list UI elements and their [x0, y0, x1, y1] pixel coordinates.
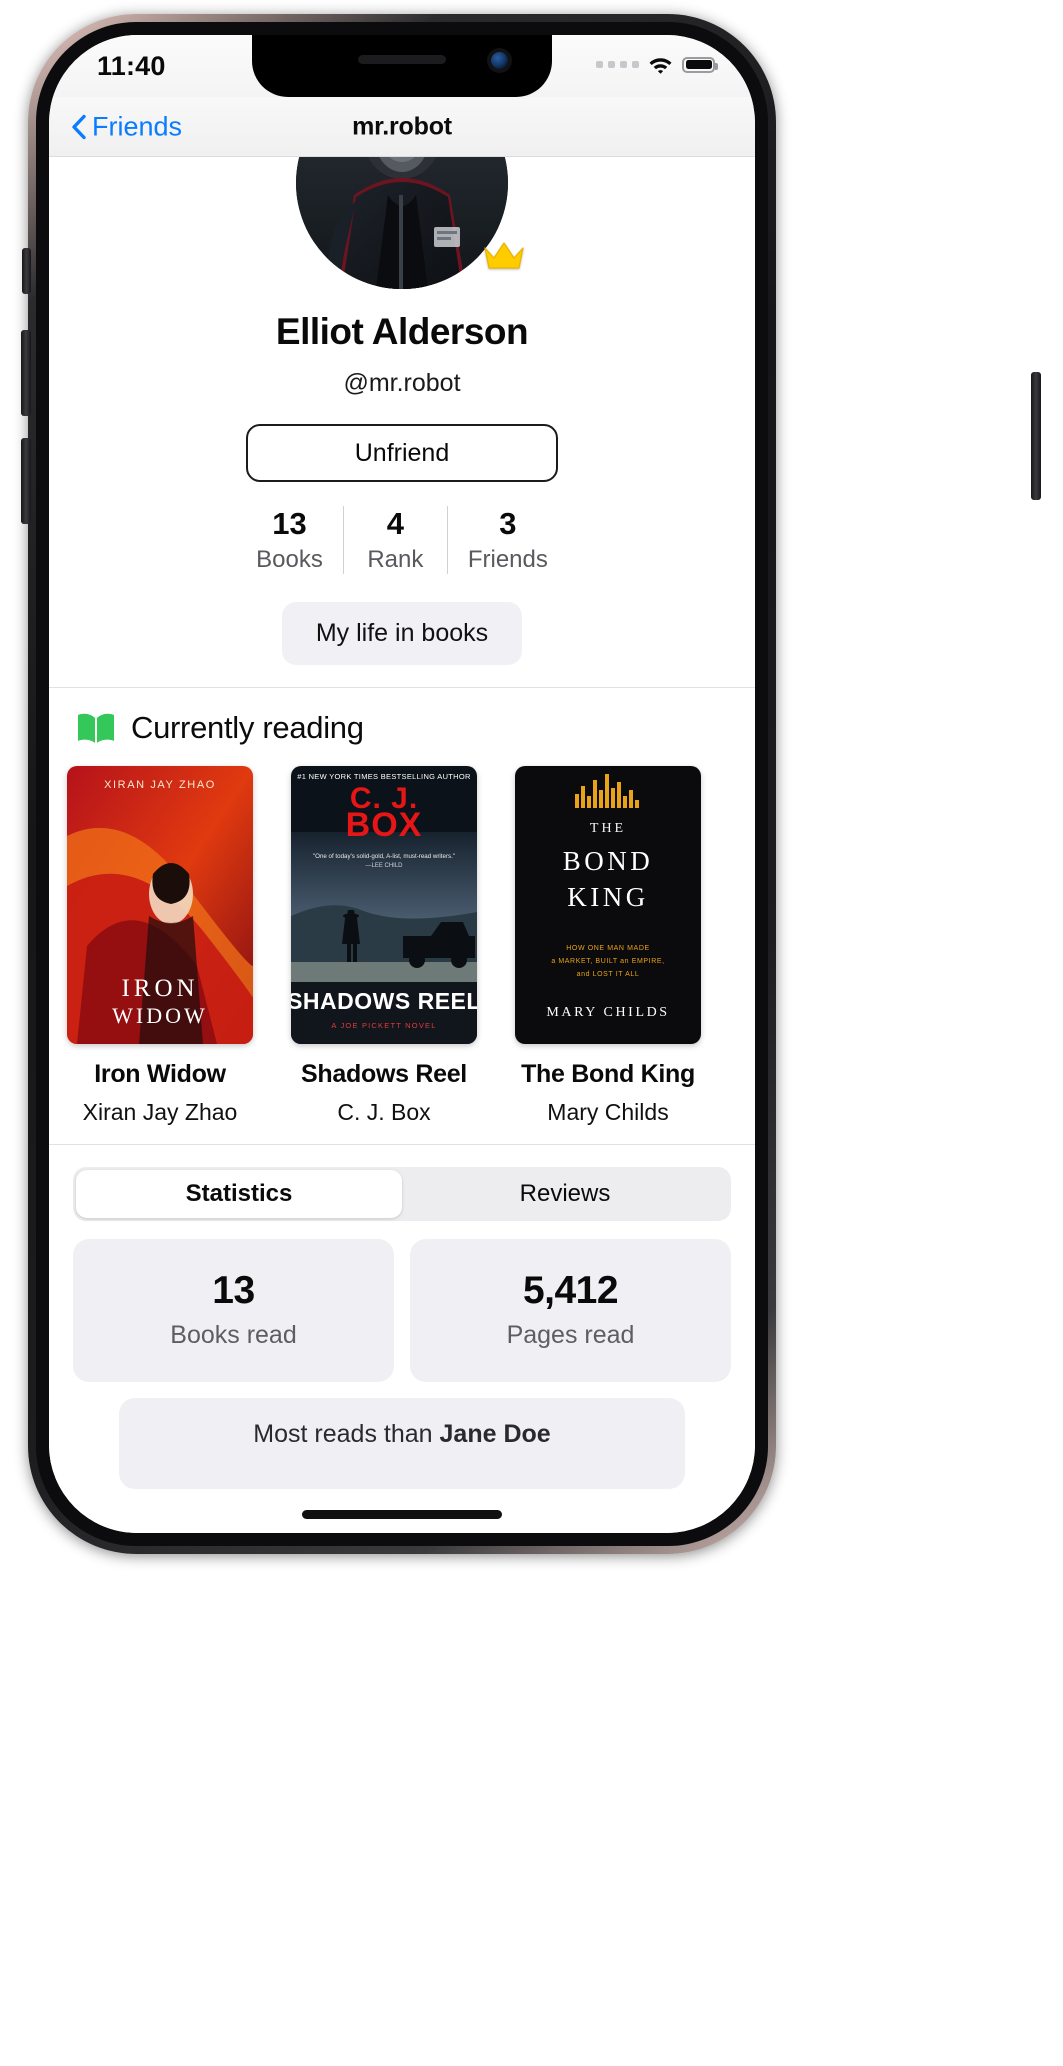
currently-reading-section: Currently reading XIRAN JAY ZHAO IRON WI… — [49, 688, 755, 1144]
svg-text:BOND: BOND — [563, 846, 654, 876]
volume-down-button[interactable] — [21, 438, 31, 524]
user-handle: @mr.robot — [343, 369, 461, 397]
mute-switch[interactable] — [22, 248, 31, 294]
avatar-container — [296, 157, 524, 289]
book-title: Iron Widow — [94, 1060, 226, 1088]
pages-read-label: Pages read — [506, 1321, 635, 1349]
book-card[interactable]: XIRAN JAY ZHAO IRON WIDOW Iron Widow Xir… — [67, 766, 253, 1126]
book-cover-art: #1 NEW YORK TIMES BESTSELLING AUTHOR C. … — [291, 766, 477, 1044]
book-cover-shadows-reel[interactable]: #1 NEW YORK TIMES BESTSELLING AUTHOR C. … — [291, 766, 477, 1044]
stat-friends[interactable]: 3 Friends — [446, 506, 568, 574]
svg-text:WIDOW: WIDOW — [112, 1003, 208, 1028]
books-read-label: Books read — [170, 1321, 297, 1349]
svg-text:a MARKET, BUILT an EMPIRE,: a MARKET, BUILT an EMPIRE, — [551, 958, 664, 965]
crown-glyph — [484, 242, 524, 269]
segmented-control-wrap: Statistics Reviews — [49, 1145, 755, 1221]
book-cover-iron-widow[interactable]: XIRAN JAY ZHAO IRON WIDOW — [67, 766, 253, 1044]
book-author: Xiran Jay Zhao — [82, 1099, 238, 1125]
currently-reading-header: Currently reading — [49, 710, 755, 746]
card-pages-read[interactable]: 5,412 Pages read — [410, 1239, 731, 1382]
phone-screen: 11:40 Friends mr.robot Elliot Alderson @… — [49, 35, 755, 1533]
stat-rank-value: 4 — [386, 506, 404, 541]
display-name: Elliot Alderson — [275, 311, 529, 352]
chevron-left-icon — [72, 114, 86, 139]
books-read-value: 13 — [212, 1269, 255, 1312]
book-title: Shadows Reel — [301, 1060, 467, 1088]
profile-stats: 13 Books 4 Rank 3 Friends — [49, 506, 755, 574]
stat-rank[interactable]: 4 Rank — [342, 506, 447, 574]
segmented-control[interactable]: Statistics Reviews — [73, 1167, 731, 1221]
back-button-label: Friends — [92, 111, 183, 141]
wifi-icon — [649, 58, 672, 74]
tab-reviews[interactable]: Reviews — [402, 1170, 728, 1218]
crown-icon — [482, 239, 526, 279]
stat-books[interactable]: 13 Books — [236, 506, 343, 574]
avatar-image — [296, 157, 508, 289]
svg-text:IRON: IRON — [121, 975, 198, 1002]
svg-text:THE: THE — [590, 821, 626, 836]
status-bar-indicators — [596, 55, 718, 74]
book-author: C. J. Box — [337, 1099, 431, 1125]
card-books-read[interactable]: 13 Books read — [73, 1239, 394, 1382]
currently-reading-title: Currently reading — [131, 710, 364, 745]
currently-reading-shelf[interactable]: XIRAN JAY ZHAO IRON WIDOW Iron Widow Xir… — [49, 766, 755, 1126]
open-book-icon — [78, 713, 114, 743]
scroll-content[interactable]: Elliot Alderson @mr.robot Unfriend 13 Bo… — [49, 157, 755, 1533]
home-indicator[interactable] — [302, 1510, 502, 1519]
svg-text:"One of today's solid-gold, A-: "One of today's solid-gold, A-list, must… — [313, 853, 455, 860]
svg-text:XIRAN JAY ZHAO: XIRAN JAY ZHAO — [104, 779, 216, 791]
stat-friends-value: 3 — [499, 506, 517, 541]
signal-dots-icon — [596, 61, 639, 68]
book-cover-art: XIRAN JAY ZHAO IRON WIDOW — [67, 766, 253, 1044]
page-title: mr.robot — [352, 112, 452, 140]
book-author: Mary Childs — [547, 1099, 669, 1125]
navigation-bar: Friends mr.robot — [49, 97, 755, 157]
svg-text:#1 NEW YORK TIMES BESTSELLING: #1 NEW YORK TIMES BESTSELLING AUTHOR — [297, 772, 471, 781]
svg-text:SHADOWS REEL: SHADOWS REEL — [291, 988, 477, 1014]
book-card[interactable]: THE BOND KING HOW ONE MAN MADE a MARKET,… — [515, 766, 701, 1126]
back-button[interactable]: Friends — [71, 111, 182, 142]
stat-rank-label: Rank — [367, 546, 424, 573]
earpiece-speaker — [358, 55, 446, 64]
svg-text:—LEE CHILD: —LEE CHILD — [365, 863, 403, 869]
svg-text:MARY CHILDS: MARY CHILDS — [546, 1005, 669, 1020]
svg-text:HOW ONE MAN MADE: HOW ONE MAN MADE — [566, 945, 650, 952]
my-life-in-books-button[interactable]: My life in books — [281, 602, 523, 665]
book-card[interactable]: #1 NEW YORK TIMES BESTSELLING AUTHOR C. … — [291, 766, 477, 1126]
stat-books-value: 13 — [272, 506, 307, 541]
svg-text:and LOST IT ALL: and LOST IT ALL — [577, 971, 640, 978]
book-cover-the-bond-king[interactable]: THE BOND KING HOW ONE MAN MADE a MARKET,… — [515, 766, 701, 1044]
stat-friends-label: Friends — [467, 546, 548, 573]
book-cover-art: THE BOND KING HOW ONE MAN MADE a MARKET,… — [515, 766, 701, 1044]
svg-text:A JOE PICKETT NOVEL: A JOE PICKETT NOVEL — [331, 1021, 436, 1030]
power-button[interactable] — [1031, 372, 1041, 500]
comparison-prefix: Most reads than — [253, 1420, 440, 1448]
screenshot-root: 11:40 Friends mr.robot Elliot Alderson @… — [0, 0, 1063, 2066]
device-notch — [252, 35, 552, 97]
avatar[interactable] — [296, 157, 508, 289]
profile-header: Elliot Alderson @mr.robot Unfriend 13 Bo… — [49, 157, 755, 687]
tab-statistics[interactable]: Statistics — [76, 1170, 402, 1218]
status-bar-time: 11:40 — [97, 51, 166, 81]
pages-read-value: 5,412 — [522, 1269, 619, 1312]
book-title: The Bond King — [521, 1060, 695, 1088]
battery-full-icon — [682, 56, 718, 73]
front-camera — [491, 52, 508, 69]
comparison-text: Most reads than Jane Doe — [129, 1420, 675, 1449]
stats-cards: 13 Books read 5,412 Pages read — [49, 1221, 755, 1382]
volume-up-button[interactable] — [21, 330, 31, 416]
comparison-highlight: Jane Doe — [439, 1420, 551, 1448]
card-comparison[interactable]: Most reads than Jane Doe — [119, 1398, 685, 1489]
svg-text:KING: KING — [567, 882, 649, 912]
stat-books-label: Books — [256, 546, 323, 573]
svg-text:BOX: BOX — [346, 806, 423, 844]
unfriend-button[interactable]: Unfriend — [246, 424, 558, 482]
